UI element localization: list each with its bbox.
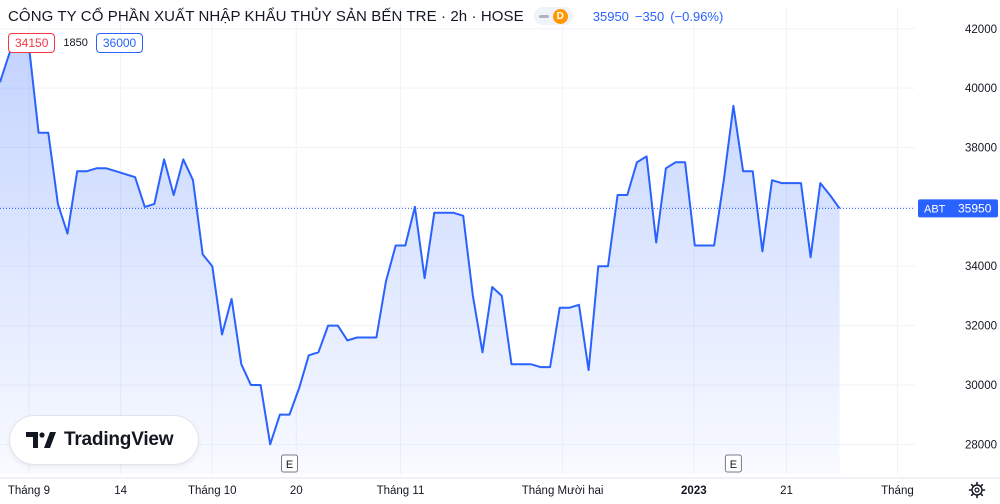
chart-header: CÔNG TY CỔ PHẦN XUẤT NHẬP KHẨU THỦY SẢN … [8,6,723,26]
y-tick-label: 40000 [965,83,997,95]
delayed-data-icon: D [552,8,568,24]
x-tick-label: Tháng [881,485,914,497]
y-tick-label: 32000 [965,321,997,333]
x-tick-label: 2023 [681,485,707,497]
market-status-badge[interactable]: D [533,7,573,25]
earnings-marker-letter: E [730,459,737,471]
time-axis[interactable]: Tháng 9 14 Tháng 10 20 Tháng 11 Tháng Mười ha… [0,477,1000,497]
x-tick-label: 21 [780,485,793,497]
price-area-fill [0,34,840,474]
bid-button[interactable]: 34150 [8,33,56,53]
price-axis[interactable]: 2800030000320003400036000380004000042000 [965,24,997,452]
price-tag-symbol: ABT [924,203,946,215]
x-tick-label: Tháng 11 [377,485,425,497]
bid-ask-row: 34150 1850 36000 [8,33,144,53]
x-tick-label: Tháng Mười hai [522,485,604,497]
dash-icon [538,14,549,18]
y-tick-label: 34000 [965,261,997,273]
tradingview-logo-icon [26,432,56,448]
price-area [0,34,840,474]
tradingview-logo[interactable]: TradingView [10,416,198,464]
gear-icon[interactable] [968,481,986,499]
symbol-title[interactable]: CÔNG TY CỔ PHẦN XUẤT NHẬP KHẨU THỦY SẢN … [8,8,524,25]
last-price: 35950 [592,8,629,24]
price-tag-value: 35950 [958,201,992,215]
spread-value: 1850 [63,37,88,49]
y-tick-label: 30000 [965,380,997,392]
y-tick-label: 28000 [965,439,997,451]
y-tick-label: 38000 [965,143,997,155]
x-tick-label: 14 [114,485,127,497]
x-tick-label: 20 [290,485,303,497]
earnings-marker-letter: E [286,459,293,471]
y-tick-label: 42000 [965,24,997,36]
price-tag: ABT 35950 [918,199,998,218]
ask-button[interactable]: 36000 [95,33,144,53]
quote: 35950 −350 (−0.96%) [593,9,724,24]
logo-text: TradingView [64,429,174,450]
x-tick-label: Tháng 10 [188,485,237,497]
x-tick-label: Tháng 9 [8,485,50,497]
price-change-pct: (−0.96%) [670,8,724,24]
price-change: −350 [634,8,665,24]
